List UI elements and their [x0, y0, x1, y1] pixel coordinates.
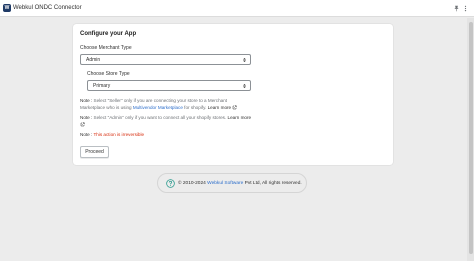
footer: © 2010-2024 Webkul Software Pvt Ltd, All…: [157, 173, 307, 193]
pin-icon[interactable]: [453, 5, 460, 12]
irreversible-note: Note : This action is irreversible: [80, 132, 252, 139]
copyright-suffix: Pvt Ltd, All rights reserved.: [244, 181, 302, 186]
learn-more-link[interactable]: Learn more: [208, 105, 232, 110]
app-logo-letter: W: [4, 5, 10, 11]
chevron-updown-icon: [243, 84, 246, 88]
multivendor-marketplace-link[interactable]: Multivendor Marketplace: [133, 105, 183, 110]
note-prefix: Note :: [80, 98, 93, 103]
store-type-select[interactable]: Primary: [87, 80, 251, 91]
chevron-updown-icon: [243, 58, 246, 62]
merchant-type-value: Admin: [86, 56, 101, 63]
store-type-label: Choose Store Type: [87, 71, 130, 77]
app-logo: W: [3, 4, 11, 12]
learn-more-link[interactable]: Learn more: [228, 115, 252, 120]
external-link-icon[interactable]: [80, 122, 85, 127]
webkul-software-link[interactable]: Webkul Software: [207, 181, 243, 186]
app-title: Webkul ONDC Connector: [13, 5, 82, 11]
proceed-button[interactable]: Proceed: [80, 146, 109, 158]
copyright-prefix: © 2010-2024: [178, 181, 206, 186]
seller-note-suffix: for shopify.: [182, 104, 207, 110]
store-type-value: Primary: [93, 82, 111, 89]
more-vertical-icon[interactable]: [462, 5, 469, 12]
note-prefix: Note :: [80, 132, 93, 137]
merchant-type-select[interactable]: Admin: [80, 54, 251, 65]
note-prefix: Note :: [80, 115, 93, 120]
configure-card: Configure your App Choose Merchant Type …: [73, 24, 393, 165]
irreversible-warning: This action is irreversible: [93, 132, 145, 137]
admin-note: Note : Select "Admin" only if you want t…: [80, 115, 252, 128]
copyright-text: © 2010-2024 Webkul Software Pvt Ltd, All…: [178, 180, 302, 187]
app-header: W Webkul ONDC Connector: [0, 0, 474, 17]
card-title: Configure your App: [80, 31, 137, 37]
external-link-icon[interactable]: [232, 105, 237, 110]
seller-note: Note : Select "Seller" only if you are c…: [80, 98, 252, 111]
scrollbar-thumb[interactable]: [469, 22, 473, 254]
admin-note-text: Select "Admin" only if you want to conne…: [92, 115, 227, 120]
help-circle-icon: [166, 179, 175, 188]
merchant-type-label: Choose Merchant Type: [80, 45, 132, 51]
